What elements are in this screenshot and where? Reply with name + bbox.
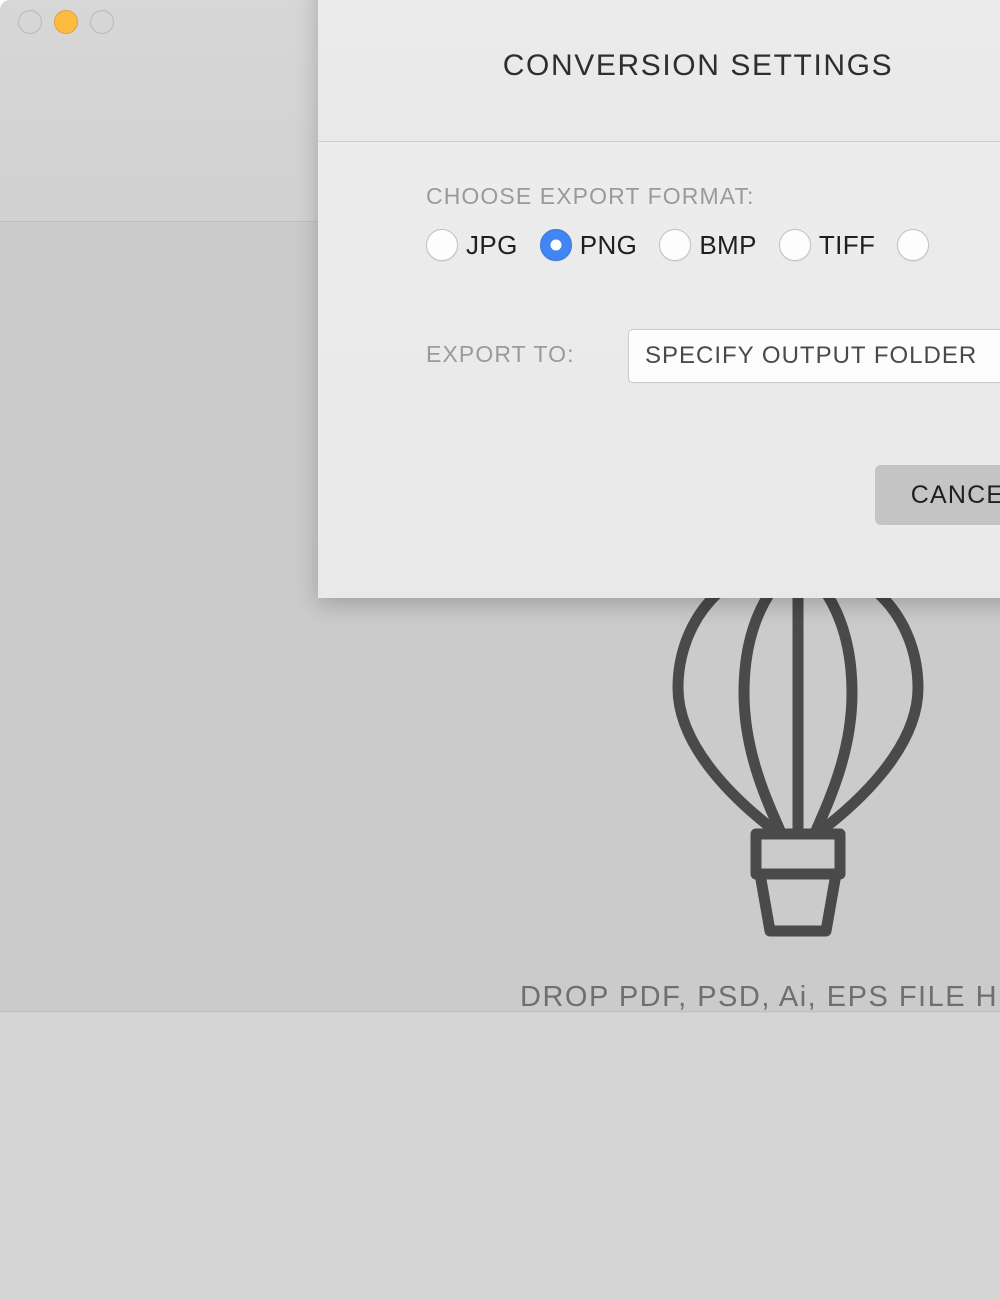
radio-bmp-icon[interactable] bbox=[659, 229, 692, 261]
dialog-header: CONVERSION SETTINGS bbox=[318, 0, 1000, 142]
choose-format-label: CHOOSE EXPORT FORMAT: bbox=[426, 183, 755, 209]
drop-prompt-text: DROP PDF, PSD, Ai, EPS FILE H bbox=[520, 981, 999, 1012]
minimize-button[interactable] bbox=[54, 10, 78, 34]
dialog-body: CHOOSE EXPORT FORMAT: JPG PNG BMP TIFF E… bbox=[318, 143, 1000, 598]
radio-png-label: PNG bbox=[579, 229, 638, 260]
radio-tiff-icon[interactable] bbox=[778, 229, 811, 261]
radio-option-tiff[interactable]: TIFF bbox=[778, 229, 876, 261]
radio-option-png[interactable]: PNG bbox=[539, 229, 638, 261]
bottom-bar: EXPORT TO: SPECIFY OUTPUT FOLDER www.Mac… bbox=[0, 1013, 1000, 1300]
dialog-title: CONVERSION SETTINGS bbox=[502, 49, 894, 82]
radio-jpg-label: JPG bbox=[466, 229, 518, 260]
radio-tiff-label: TIFF bbox=[818, 229, 876, 260]
radio-jpg-icon[interactable] bbox=[426, 229, 458, 261]
cancel-button[interactable]: CANCEL bbox=[875, 465, 1000, 525]
dialog-button-row: CANCEL bbox=[875, 465, 1000, 525]
export-to-label: EXPORT TO: bbox=[426, 341, 575, 367]
traffic-lights bbox=[18, 10, 114, 34]
radio-png-icon[interactable] bbox=[539, 229, 572, 261]
radio-option-bmp[interactable]: BMP bbox=[659, 229, 757, 261]
screen: DROP PDF, PSD, Ai, EPS FILE H CONVERSION… bbox=[0, 0, 1000, 1300]
hot-air-balloon-icon bbox=[672, 557, 924, 937]
zoom-button[interactable] bbox=[90, 10, 114, 34]
export-to-input[interactable]: SPECIFY OUTPUT FOLDER bbox=[628, 329, 1000, 383]
radio-bmp-label: BMP bbox=[699, 229, 757, 260]
radio-option-5[interactable] bbox=[897, 229, 937, 261]
radio-5-icon[interactable] bbox=[897, 229, 930, 261]
close-button[interactable] bbox=[18, 10, 42, 34]
export-format-radio-group: JPG PNG BMP TIFF bbox=[426, 229, 937, 261]
conversion-settings-dialog: CONVERSION SETTINGS CHOOSE EXPORT FORMAT… bbox=[318, 0, 1000, 598]
radio-option-jpg[interactable]: JPG bbox=[426, 229, 518, 261]
